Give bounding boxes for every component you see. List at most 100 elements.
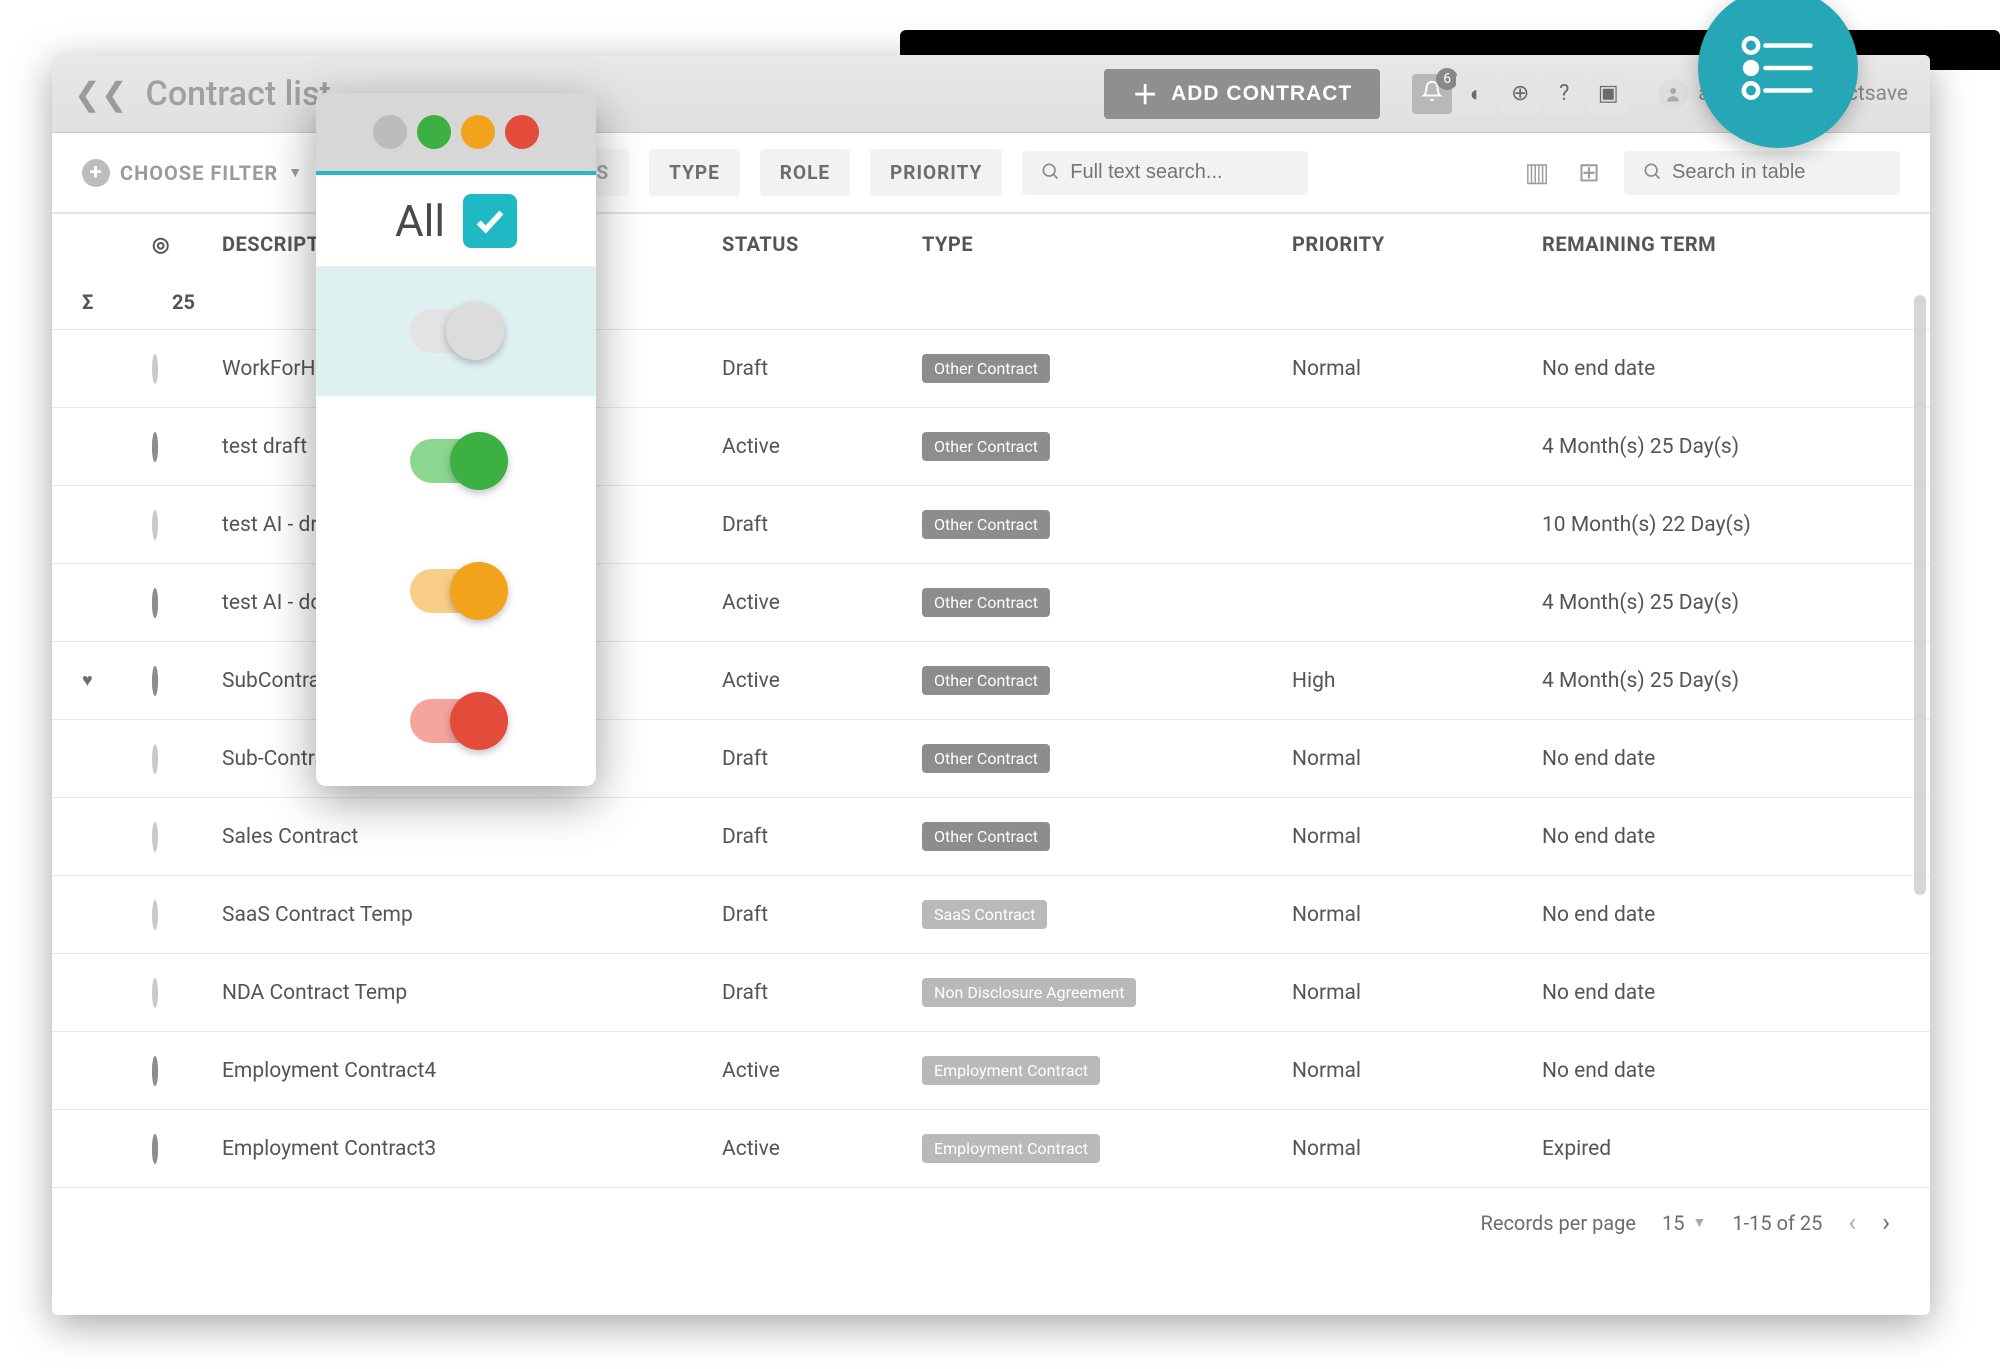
toggle-green[interactable] <box>410 439 502 483</box>
row-priority: Normal <box>1292 357 1542 381</box>
language-button[interactable]: ⊕ <box>1500 74 1540 114</box>
status-dot-grey[interactable] <box>373 115 407 149</box>
favorite-icon[interactable]: ♥ <box>82 670 152 691</box>
col-status[interactable]: STATUS <box>722 232 922 256</box>
add-contract-button[interactable]: ＋ ADD CONTRACT <box>1104 69 1380 119</box>
status-dot-orange[interactable] <box>461 115 495 149</box>
contrast-button[interactable]: ◐ <box>1456 74 1496 114</box>
notifications-button[interactable]: 6 <box>1412 74 1452 114</box>
page-size-select[interactable]: 15 ▼ <box>1662 1211 1706 1235</box>
row-type: SaaS Contract <box>922 900 1292 929</box>
toggle-row-grey[interactable] <box>316 266 596 396</box>
choose-filter-label: CHOOSE FILTER <box>120 161 278 185</box>
row-remaining: No end date <box>1542 825 1842 849</box>
row-status-dot[interactable] <box>152 1059 222 1083</box>
row-type: Non Disclosure Agreement <box>922 978 1292 1007</box>
row-status-dot[interactable] <box>152 591 222 615</box>
table-row[interactable]: Sales ContractDraftOther ContractNormalN… <box>52 797 1930 875</box>
row-priority: Normal <box>1292 747 1542 771</box>
add-contract-label: ADD CONTRACT <box>1171 82 1352 106</box>
row-status-dot[interactable] <box>152 903 222 927</box>
row-remaining: No end date <box>1542 357 1842 381</box>
next-page-button[interactable]: › <box>1882 1208 1890 1238</box>
status-dot-red[interactable] <box>505 115 539 149</box>
row-status-dot[interactable] <box>152 825 222 849</box>
row-status: Draft <box>722 513 922 537</box>
page-range: 1-15 of 25 <box>1732 1211 1822 1235</box>
filter-pill-priority[interactable]: PRIORITY <box>870 149 1002 196</box>
vertical-scrollbar[interactable] <box>1914 295 1926 895</box>
all-checkbox[interactable] <box>463 194 517 248</box>
row-remaining: 4 Month(s) 25 Day(s) <box>1542 669 1842 693</box>
row-remaining: 4 Month(s) 25 Day(s) <box>1542 435 1842 459</box>
row-remaining: No end date <box>1542 903 1842 927</box>
row-remaining: 4 Month(s) 25 Day(s) <box>1542 591 1842 615</box>
full-text-search[interactable] <box>1022 151 1308 195</box>
list-icon <box>1733 23 1823 113</box>
table-search-input[interactable] <box>1672 161 1882 184</box>
row-type: Other Contract <box>922 822 1292 851</box>
header-icons: 6 ◐ ⊕ ? ▣ <box>1412 74 1628 114</box>
popover-header <box>316 93 596 171</box>
row-priority: Normal <box>1292 1059 1542 1083</box>
chevron-down-icon: ▼ <box>1693 1214 1707 1231</box>
back-icon[interactable]: ❮❮ <box>74 75 128 113</box>
row-status-dot[interactable] <box>152 1137 222 1161</box>
row-priority: High <box>1292 669 1542 693</box>
row-remaining: Expired <box>1542 1137 1842 1161</box>
date-button[interactable]: ⊞ <box>1572 156 1606 190</box>
table-search[interactable] <box>1624 151 1900 195</box>
avatar-icon <box>1658 79 1688 109</box>
row-remaining: 10 Month(s) 22 Day(s) <box>1542 513 1842 537</box>
row-status-dot[interactable] <box>152 747 222 771</box>
toggle-row-orange[interactable] <box>316 526 596 656</box>
filter-pill-type[interactable]: TYPE <box>649 149 740 196</box>
row-type: Other Contract <box>922 432 1292 461</box>
calendar-plus-icon: ⊞ <box>1578 158 1600 188</box>
col-priority[interactable]: PRIORITY <box>1292 232 1542 256</box>
row-status-dot[interactable] <box>152 981 222 1005</box>
row-status-dot[interactable] <box>152 435 222 459</box>
filter-pill-role[interactable]: ROLE <box>760 149 850 196</box>
search-icon <box>1642 161 1662 185</box>
table-row[interactable]: Employment Contract3ActiveEmployment Con… <box>52 1109 1930 1187</box>
toggle-row-green[interactable] <box>316 396 596 526</box>
prev-page-button[interactable]: ‹ <box>1848 1208 1856 1238</box>
toggle-orange[interactable] <box>410 569 502 613</box>
popover-all-row[interactable]: All <box>316 171 596 266</box>
col-type[interactable]: TYPE <box>922 232 1292 256</box>
help-button[interactable]: ? <box>1544 74 1584 114</box>
full-text-input[interactable] <box>1070 161 1290 184</box>
choose-filter-button[interactable]: + CHOOSE FILTER ▼ <box>82 159 303 187</box>
row-status: Draft <box>722 903 922 927</box>
table-row[interactable]: Employment Contract4ActiveEmployment Con… <box>52 1031 1930 1109</box>
row-status: Active <box>722 1137 922 1161</box>
row-status-dot[interactable] <box>152 513 222 537</box>
toggle-grey[interactable] <box>410 309 502 353</box>
table-footer: Records per page 15 ▼ 1-15 of 25 ‹ › <box>52 1187 1930 1257</box>
row-type: Other Contract <box>922 510 1292 539</box>
toggle-knob <box>450 432 508 490</box>
row-type: Other Contract <box>922 354 1292 383</box>
toggle-red[interactable] <box>410 699 502 743</box>
table-row[interactable]: NDA Contract TempDraftNon Disclosure Agr… <box>52 953 1930 1031</box>
toggle-row-red[interactable] <box>316 656 596 786</box>
check-icon <box>473 204 507 238</box>
row-status: Active <box>722 591 922 615</box>
row-priority: Normal <box>1292 981 1542 1005</box>
columns-button[interactable]: ▥ <box>1520 156 1554 190</box>
sigma-label: Σ <box>82 290 152 314</box>
table-row[interactable]: SaaS Contract TempDraftSaaS ContractNorm… <box>52 875 1930 953</box>
row-description: NDA Contract Temp <box>222 981 722 1005</box>
bookmark-button[interactable]: ▣ <box>1588 74 1628 114</box>
select-all-header[interactable]: ◎ <box>152 232 222 256</box>
toggle-knob <box>446 302 504 360</box>
row-status-dot[interactable] <box>152 669 222 693</box>
row-type: Employment Contract <box>922 1056 1292 1085</box>
row-status: Active <box>722 435 922 459</box>
row-status-dot[interactable] <box>152 357 222 381</box>
row-priority: Normal <box>1292 903 1542 927</box>
status-dot-green[interactable] <box>417 115 451 149</box>
col-remaining[interactable]: REMAINING TERM <box>1542 232 1842 256</box>
row-description: Employment Contract3 <box>222 1137 722 1161</box>
